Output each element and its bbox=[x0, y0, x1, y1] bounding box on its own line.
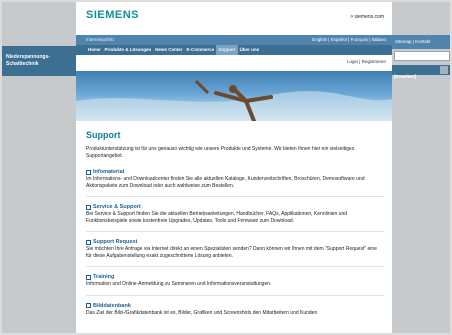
login-bar: Login | Registrieren bbox=[76, 55, 392, 71]
section-text: Information und Online-Anmeldung zu Semi… bbox=[86, 281, 272, 287]
section-training: Training Information und Online-Anmeldun… bbox=[86, 273, 384, 288]
right-links-bar: Sitemap | Kontakt bbox=[392, 35, 450, 49]
divider bbox=[86, 231, 384, 232]
section-title-link[interactable]: Infomaterial bbox=[86, 168, 384, 176]
main-panel: SIEMENS > siemens.com Internetauftritt E… bbox=[76, 2, 392, 333]
section-title-text[interactable]: Support Request bbox=[93, 238, 137, 246]
search-button[interactable] bbox=[440, 66, 448, 74]
page-title: Support bbox=[86, 130, 121, 140]
login-link[interactable]: Login | Registrieren bbox=[347, 59, 386, 64]
support-content: Support Produktunterstützung ist für uns… bbox=[86, 130, 384, 323]
browser-frame: Niederspannungs-Schalttechnik SIEMENS > … bbox=[2, 2, 450, 333]
page-icon bbox=[86, 239, 91, 245]
section-title-link[interactable]: Support Request bbox=[86, 238, 384, 246]
nav-produkte[interactable]: Produkte & Lösungen bbox=[103, 45, 154, 55]
left-column: Niederspannungs-Schalttechnik bbox=[2, 2, 76, 333]
top-bar: Internetauftritt English | Español | Fra… bbox=[76, 35, 392, 45]
section-title-link[interactable]: Training bbox=[86, 273, 384, 281]
divider bbox=[86, 196, 384, 197]
left-title-band: Niederspannungs-Schalttechnik bbox=[2, 46, 76, 76]
section-bilddatenbank: Bilddatenbank Das Ziel der Bild-/Grafikd… bbox=[86, 302, 384, 317]
section-text: Im Informations- und Downloadcenter find… bbox=[86, 176, 365, 189]
nav-ueber-uns[interactable]: Über uns bbox=[238, 45, 262, 55]
section-support-request: Support Request Sie möchten Ihre Anfrage… bbox=[86, 238, 384, 259]
main-nav: Home Produkte & Lösungen News Center E-C… bbox=[76, 45, 392, 55]
search-row: [Erweitert] bbox=[392, 65, 450, 79]
right-column: Sitemap | Kontakt [Erweitert] bbox=[392, 2, 450, 333]
section-title-text[interactable]: Bilddatenbank bbox=[93, 302, 131, 310]
section-title-text[interactable]: Infomaterial bbox=[93, 168, 124, 176]
siemens-logo[interactable]: SIEMENS bbox=[86, 9, 139, 21]
left-title: Niederspannungs-Schalttechnik bbox=[6, 54, 50, 67]
section-title-link[interactable]: Service & Support bbox=[86, 203, 384, 211]
section-text: Sie möchten Ihre Anfrage via Internet di… bbox=[86, 246, 377, 259]
section-title-text[interactable]: Service & Support bbox=[93, 203, 141, 211]
section-text: Das Ziel der Bild-/Grafikdatenbank ist e… bbox=[86, 309, 318, 316]
siemens-com-link[interactable]: > siemens.com bbox=[350, 14, 384, 20]
section-text: Bei Service & Support finden Sie die akt… bbox=[86, 211, 348, 224]
section-title-link[interactable]: Bilddatenbank bbox=[86, 302, 384, 310]
section-infomaterial: Infomaterial Im Informations- und Downlo… bbox=[86, 168, 384, 189]
page-icon bbox=[86, 274, 91, 280]
language-links[interactable]: English | Español | Français | Italiano bbox=[312, 35, 386, 45]
advanced-search-link[interactable]: [Erweitert] bbox=[392, 74, 416, 79]
nav-home[interactable]: Home bbox=[86, 45, 103, 55]
nav-support[interactable]: Support bbox=[216, 45, 238, 55]
page-icon bbox=[86, 204, 91, 210]
nav-news-center[interactable]: News Center bbox=[153, 45, 184, 55]
sitemap-kontakt-links[interactable]: Sitemap | Kontakt bbox=[392, 35, 450, 49]
hero-banner-image bbox=[76, 71, 392, 121]
internet-link[interactable]: Internetauftritt bbox=[86, 35, 114, 45]
page-icon bbox=[86, 169, 91, 175]
divider bbox=[86, 294, 384, 296]
page-icon bbox=[86, 303, 91, 308]
hero-illustration bbox=[76, 79, 392, 121]
intro-text: Produktunterstützung ist für uns genauso… bbox=[86, 146, 355, 159]
nav-e-commerce[interactable]: E-Commerce bbox=[185, 45, 217, 55]
section-service-support: Service & Support Bei Service & Support … bbox=[86, 203, 384, 224]
section-title-text[interactable]: Training bbox=[93, 273, 114, 281]
divider bbox=[86, 266, 384, 267]
search-input[interactable] bbox=[394, 51, 450, 61]
